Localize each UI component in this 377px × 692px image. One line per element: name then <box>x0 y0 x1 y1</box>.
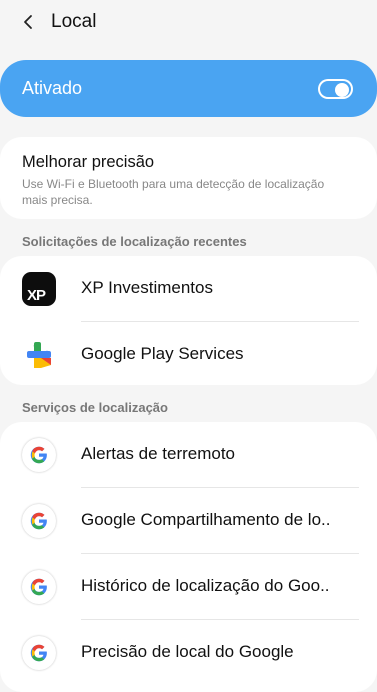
list-item-earthquake-alerts[interactable]: Alertas de terremoto <box>0 422 377 488</box>
app-header: Local <box>0 0 377 46</box>
improve-precision-description: Use Wi-Fi e Bluetooth para uma detecção … <box>22 177 325 207</box>
back-button[interactable] <box>14 7 44 37</box>
list-item-label: Alertas de terremoto <box>81 444 236 463</box>
improve-precision-card[interactable]: Melhorar precisão Use Wi-Fi e Bluetooth … <box>0 137 377 219</box>
list-item-google-play-services[interactable]: Google Play Services <box>0 322 377 388</box>
list-item-label: Histórico de localização do Goo.. <box>81 576 330 595</box>
toggle-track <box>320 81 351 97</box>
recent-requests-card: XP XP Investimentos Google Play Services <box>0 256 377 385</box>
location-services-card: Alertas de terremoto Google Compartilham… <box>0 422 377 692</box>
google-g-icon <box>22 504 56 538</box>
list-item-google-location-accuracy[interactable]: Precisão de local do Google <box>0 620 377 686</box>
google-g-icon <box>22 636 56 670</box>
list-item-label: XP Investimentos <box>81 278 213 297</box>
google-play-services-icon <box>22 338 56 372</box>
improve-precision-title: Melhorar precisão <box>22 153 155 171</box>
chevron-left-icon <box>24 15 32 29</box>
master-switch-label: Ativado <box>22 78 83 98</box>
location-services-header: Serviços de localização <box>22 400 168 415</box>
list-item-label: Google Compartilhamento de lo.. <box>81 510 331 529</box>
page-title: Local <box>51 11 97 32</box>
recent-requests-header: Solicitações de localização recentes <box>22 234 247 249</box>
list-item-google-location-sharing[interactable]: Google Compartilhamento de lo.. <box>0 488 377 554</box>
location-master-switch[interactable]: Ativado <box>0 60 377 117</box>
list-item-google-location-history[interactable]: Histórico de localização do Goo.. <box>0 554 377 620</box>
google-g-icon <box>22 570 56 604</box>
list-item-label: Precisão de local do Google <box>81 642 294 661</box>
list-item-label: Google Play Services <box>81 344 244 363</box>
xp-investimentos-icon: XP <box>22 272 56 306</box>
list-item-xp-investimentos[interactable]: XP XP Investimentos <box>0 256 377 322</box>
toggle-knob <box>335 83 349 97</box>
google-g-icon <box>22 438 56 472</box>
master-toggle[interactable] <box>318 79 353 99</box>
